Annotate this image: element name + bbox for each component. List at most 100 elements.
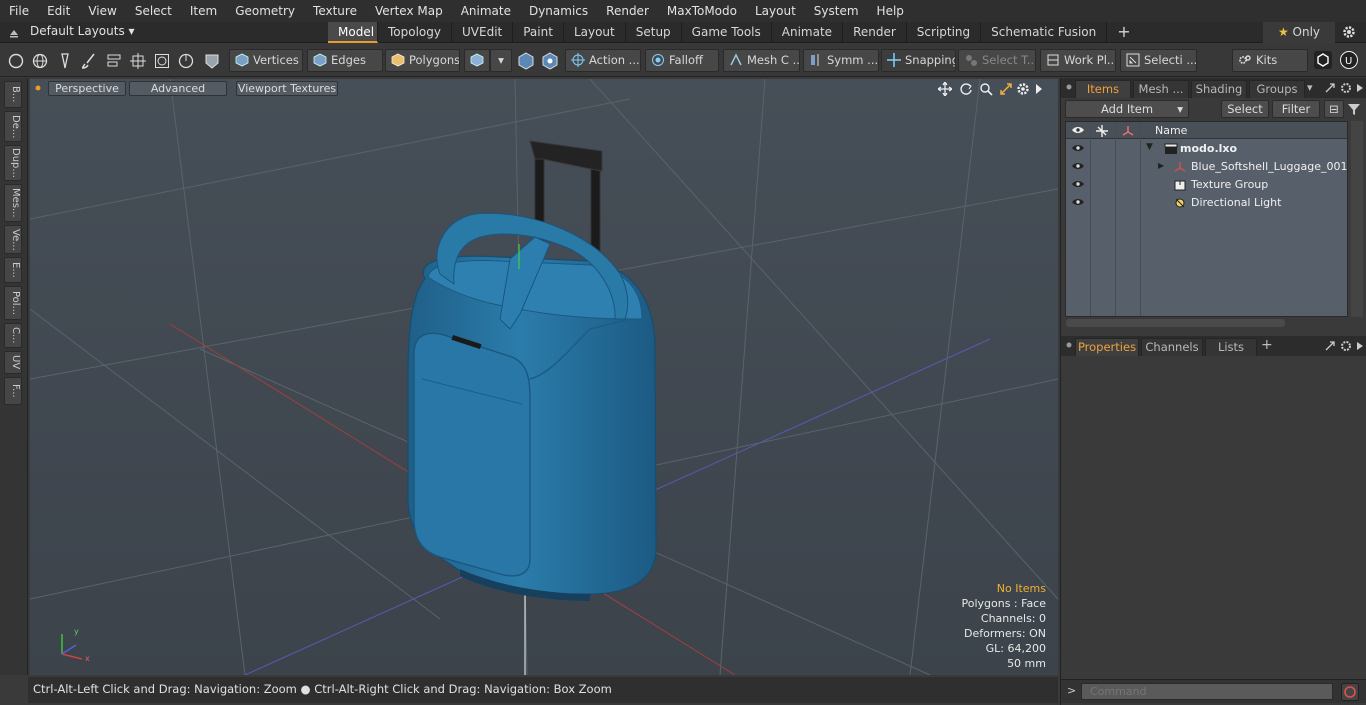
tab-topology[interactable]: Topology [378,22,452,43]
center-icon[interactable] [128,51,148,71]
advanced-button[interactable]: Advanced [129,81,227,96]
frame-icon[interactable] [152,51,172,71]
viewport-settings-gear-icon[interactable] [1016,82,1030,96]
work-plane-button[interactable]: Work Pl... [1040,49,1116,72]
left-tab-mesh-edit[interactable]: Mes... [4,184,22,222]
tree-row-texture-group[interactable]: Texture Group [1066,176,1347,194]
menu-dynamics[interactable]: Dynamics [520,0,597,22]
edges-button[interactable]: Edges [307,49,383,72]
rotate-icon[interactable] [959,82,973,96]
collapse-triangle-icon[interactable]: ▶ [1158,161,1164,170]
panel-gear-icon[interactable] [1340,82,1352,94]
brush-icon[interactable] [79,51,99,71]
circle-select-icon[interactable] [6,51,26,71]
tab-groups[interactable]: Groups [1249,80,1305,98]
symmetry-button[interactable]: Symm ... [803,49,879,72]
left-tab-basic[interactable]: B... [4,81,22,108]
fit-view-icon[interactable] [999,82,1013,96]
snapping-button[interactable]: Snapping [881,49,956,72]
tab-uvedit[interactable]: UVEdit [452,22,514,43]
tabs-dropdown-icon[interactable]: ▾ [1307,81,1313,94]
viewport-expand-arrow-icon[interactable] [1034,83,1044,95]
pan-icon[interactable] [938,82,952,96]
unreal-icon[interactable]: U [1339,50,1359,70]
tab-animate[interactable]: Animate [772,22,844,43]
shield-icon[interactable] [202,51,222,71]
record-macro-icon[interactable] [1341,683,1359,701]
visibility-eye-icon[interactable] [1072,180,1084,188]
left-tab-duplicate[interactable]: Dup... [4,145,22,181]
left-tab-polygon[interactable]: Pol... [4,286,22,320]
viewport-textures-button[interactable]: Viewport Textures [236,81,338,96]
visibility-eye-icon[interactable] [1072,162,1084,170]
tab-items[interactable]: Items [1075,80,1131,98]
menu-system[interactable]: System [805,0,868,22]
menu-help[interactable]: Help [868,0,913,22]
mesh-constraint-button[interactable]: Mesh C ... [723,49,800,72]
zoom-icon[interactable] [979,82,993,96]
panel-gear-icon[interactable] [1340,340,1352,352]
falloff-button[interactable]: Falloff [645,49,719,72]
tab-channels[interactable]: Channels [1141,338,1203,356]
settings-gear-icon[interactable] [1342,25,1356,39]
menu-select[interactable]: Select [126,0,181,22]
layout-expand-icon[interactable] [8,26,20,38]
tab-model[interactable]: Model [328,22,378,43]
menu-texture[interactable]: Texture [304,0,366,22]
tab-render[interactable]: Render [843,22,907,43]
funnel-icon[interactable] [1347,102,1361,116]
menu-edit[interactable]: Edit [38,0,79,22]
panel-menu-dot-icon[interactable] [1066,342,1072,348]
tab-layout[interactable]: Layout [564,22,626,43]
selection-sets-button[interactable]: Selecti ... [1120,49,1197,72]
menu-layout[interactable]: Layout [746,0,805,22]
action-center-button[interactable]: Action ... [565,49,641,72]
menu-animate[interactable]: Animate [452,0,520,22]
tab-shading[interactable]: Shading [1191,80,1247,98]
globe-icon[interactable] [30,51,50,71]
maximize-panel-icon[interactable] [1324,340,1336,352]
unity-icon[interactable] [1313,50,1333,70]
maximize-panel-icon[interactable] [1324,82,1336,94]
panel-menu-dot-icon[interactable] [1066,84,1072,90]
add-tab-plus-icon[interactable]: + [1261,337,1273,353]
select-through-button[interactable]: Select T... [958,49,1036,72]
menu-vertex-map[interactable]: Vertex Map [366,0,452,22]
left-tab-vertex[interactable]: Ve... [4,225,22,254]
vertices-button[interactable]: Vertices [229,49,303,72]
filter-button[interactable]: Filter [1272,100,1320,118]
menu-render[interactable]: Render [597,0,658,22]
command-input[interactable] [1081,683,1333,700]
visibility-eye-icon[interactable] [1072,144,1084,152]
collapse-button[interactable]: ⊟ [1324,100,1344,118]
visibility-eye-icon[interactable] [1072,198,1084,206]
left-tab-uv[interactable]: UV [4,351,22,374]
tree-row-mesh[interactable]: ▶ Blue_Softshell_Luggage_001 [1066,158,1348,176]
name-column-header[interactable]: Name [1155,124,1187,137]
tab-lists[interactable]: Lists [1205,338,1257,356]
panel-arrow-icon[interactable] [1356,83,1364,93]
symmetry-x-icon[interactable] [516,51,536,71]
horizontal-scrollbar[interactable] [1066,319,1285,327]
only-toggle[interactable]: ★ Only [1263,22,1335,43]
3d-viewport[interactable]: y x Perspective Advanced Viewport Textur… [30,79,1058,675]
kits-button[interactable]: Kits [1232,49,1308,72]
menu-view[interactable]: View [79,0,125,22]
expand-triangle-icon[interactable]: ▼ [1146,142,1153,152]
pie-icon[interactable] [176,51,196,71]
symmetry-y-icon[interactable] [540,51,560,71]
tab-game-tools[interactable]: Game Tools [682,22,772,43]
tab-setup[interactable]: Setup [626,22,682,43]
tab-paint[interactable]: Paint [513,22,564,43]
vertical-scrollbar[interactable] [1351,121,1363,317]
menu-maxtomodo[interactable]: MaxToModo [658,0,746,22]
mode-dropdown[interactable]: ▾ [490,49,512,72]
align-icon[interactable] [104,51,124,71]
left-tab-fusion[interactable]: F... [4,377,22,405]
add-item-button[interactable]: Add Item ▾ [1065,100,1189,118]
panel-arrow-icon[interactable] [1356,341,1364,351]
add-tab-button[interactable]: + [1107,22,1140,43]
tab-properties[interactable]: Properties [1075,338,1139,356]
tab-schematic-fusion[interactable]: Schematic Fusion [981,22,1108,43]
left-tab-curve[interactable]: C... [4,323,22,348]
